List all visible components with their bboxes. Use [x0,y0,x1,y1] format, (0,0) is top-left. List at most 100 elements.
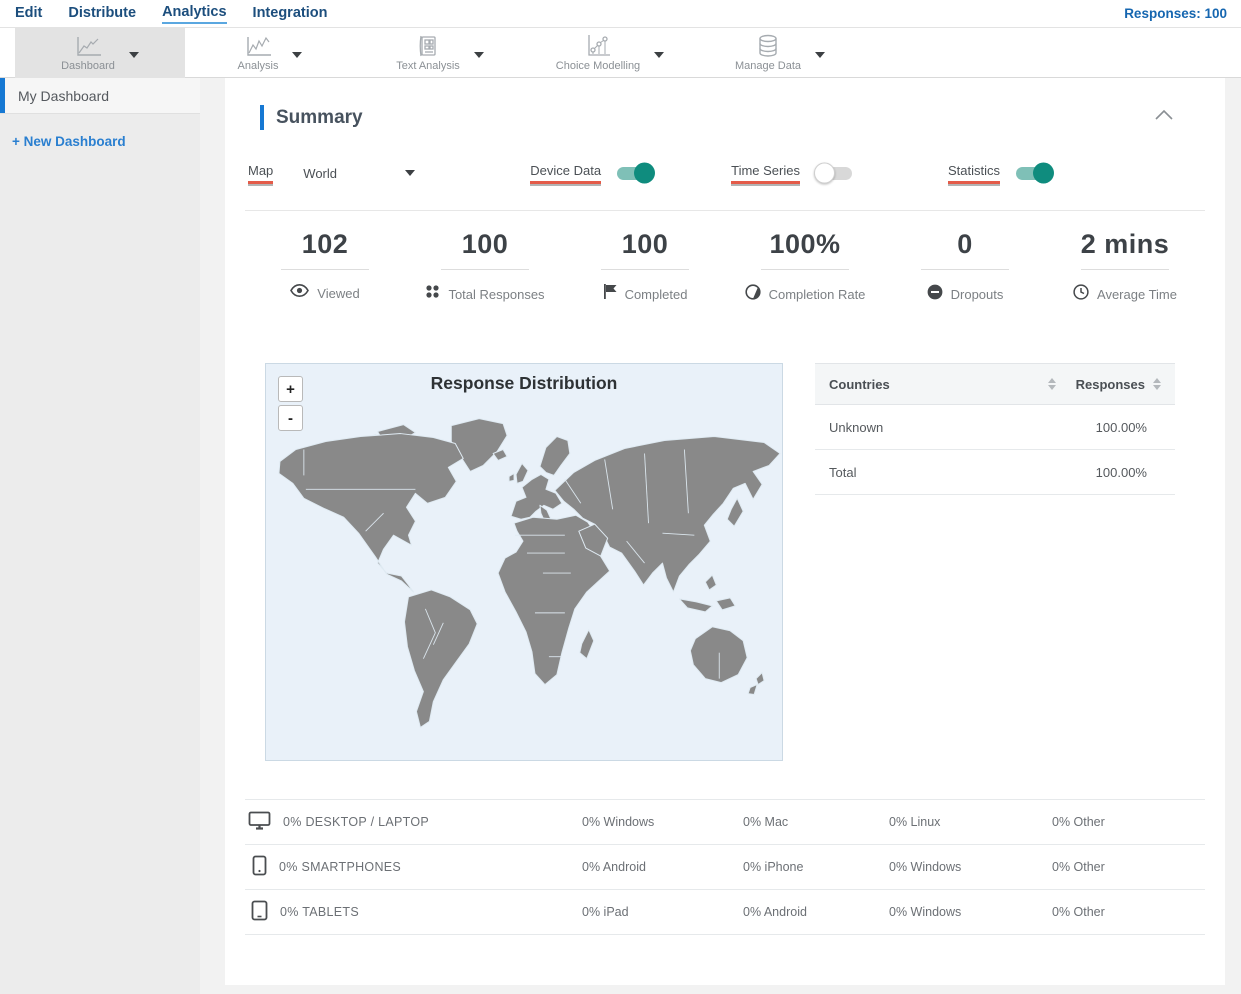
stat-value: 0 [957,229,973,259]
section-title: Summary [276,106,363,128]
dashboard-sidebar: My Dashboard + New Dashboard [0,78,200,994]
responses-count[interactable]: Responses: 100 [1124,6,1227,21]
chevron-down-icon[interactable] [473,52,484,58]
country-name: Unknown [829,419,884,435]
map-region-select[interactable]: World [303,165,416,181]
device-stat: 0% Other [1052,860,1105,874]
toggle-knob [634,162,656,184]
section-accent-bar [260,105,264,130]
stat-value: 102 [301,229,349,259]
divider [245,210,1205,211]
stat-value: 100 [621,229,669,259]
toolbar-choice-modelling[interactable]: Choice Modelling [525,28,695,78]
device-stat: 0% Windows [582,815,655,829]
document-grid-icon [416,34,440,58]
chevron-down-icon[interactable] [128,52,139,58]
top-nav: Edit Distribute Analytics Integration Re… [0,0,1241,28]
statistics-toggle[interactable] [1016,162,1054,184]
sort-icon[interactable] [1153,378,1161,390]
countries-column-header[interactable]: Countries [829,377,890,392]
desktop-icon [248,811,271,833]
country-responses: 100.00% [1095,419,1147,435]
map-region-value: World [303,165,338,181]
divider [921,269,1009,270]
toolbar-label: Analysis [237,60,279,72]
device-stat: 0% Linux [889,815,941,829]
stat-value: 100% [769,229,841,259]
device-data-table: 0% DESKTOP / LAPTOP 0% Windows 0% Mac 0%… [245,799,1205,935]
toolbar-label: Dashboard [61,60,115,72]
table-row: 0% DESKTOP / LAPTOP 0% Windows 0% Mac 0%… [245,800,1205,845]
database-icon [756,34,780,58]
time-series-toggle[interactable] [813,162,852,184]
analytics-toolbar: Dashboard Analysis Text Analysis Choice … [0,28,1241,78]
device-category-label: 0% DESKTOP / LAPTOP [283,815,430,829]
device-stat: 0% Windows [889,905,962,919]
device-category-label: 0% TABLETS [280,905,359,919]
toolbar-label: Choice Modelling [555,60,641,72]
toolbar-manage-data[interactable]: Manage Data [695,28,865,78]
divider [1081,269,1169,270]
stat-label: Average Time [1097,287,1177,302]
scatter-chart-icon [585,34,611,58]
stat-label: Completed [624,286,688,302]
nav-analytics[interactable]: Analytics [162,4,227,24]
map-title: Response Distribution [430,373,618,393]
stat-label: Completion Rate [768,287,866,302]
toolbar-analysis[interactable]: Analysis [185,28,355,78]
divider [281,269,369,270]
table-row: 0% SMARTPHONES 0% Android 0% iPhone 0% W… [245,845,1205,890]
chevron-down-icon[interactable] [654,52,665,58]
stat-completed: 100 Completed [565,229,725,305]
stats-row: 102 Viewed 100 Total Responses 100 Compl… [245,229,1205,305]
clock-icon [1073,284,1089,305]
device-stat: 0% Windows [889,860,962,874]
table-row: Unknown 100.00% [815,405,1175,450]
sidebar-item-my-dashboard[interactable]: My Dashboard [0,78,200,114]
statistics-label: Statistics [947,163,1000,184]
eye-icon [290,283,310,302]
nav-integration[interactable]: Integration [253,5,328,23]
response-distribution-map: Response Distribution + - [265,363,783,761]
country-name: Total [829,464,857,480]
device-category-label: 0% SMARTPHONES [279,860,402,874]
new-dashboard-button[interactable]: + New Dashboard [0,134,200,149]
nav-distribute[interactable]: Distribute [68,5,136,23]
minus-circle-icon [927,284,943,305]
time-series-label: Time Series [731,163,800,184]
chevron-down-icon[interactable] [815,52,826,58]
stat-value: 2 mins [1080,229,1170,259]
tablet-icon [248,900,268,924]
countries-table: Countries Responses Unknown 100.00% Tota… [815,363,1175,761]
sidebar-item-label: My Dashboard [18,87,110,104]
divider [761,269,849,270]
stat-label: Total Responses [448,286,545,302]
summary-card: Summary Map World Device Data Time Serie… [225,78,1225,985]
main-content: Summary Map World Device Data Time Serie… [200,78,1241,994]
toolbar-label: Manage Data [734,60,802,72]
map-label: Map [248,163,274,184]
nav-edit[interactable]: Edit [15,5,42,23]
contrast-circle-icon [744,284,761,305]
device-stat: 0% Other [1052,815,1105,829]
device-stat: 0% Mac [743,815,789,829]
device-data-toggle[interactable] [617,162,656,184]
chevron-down-icon[interactable] [292,52,303,58]
toolbar-dashboard[interactable]: Dashboard [15,28,185,78]
stat-average-time: 2 mins Average Time [1045,229,1205,305]
toggle-knob [813,162,835,184]
toggle-knob [1033,162,1054,184]
stat-label: Dropouts [950,287,1004,302]
toolbar-text-analysis[interactable]: Text Analysis [355,28,525,78]
country-responses: 100.00% [1095,464,1147,480]
device-stat: 0% Android [582,860,646,874]
device-stat: 0% iPad [582,905,629,919]
device-stat: 0% Android [743,905,807,919]
chevron-down-icon [405,170,416,176]
responses-column-header[interactable]: Responses [1076,377,1145,392]
active-accent-bar [0,78,5,113]
collapse-chevron-up-icon[interactable] [1153,108,1175,127]
sort-icon[interactable] [1047,378,1056,390]
device-stat: 0% iPhone [743,860,804,874]
table-row: 0% TABLETS 0% iPad 0% Android 0% Windows… [245,890,1205,935]
